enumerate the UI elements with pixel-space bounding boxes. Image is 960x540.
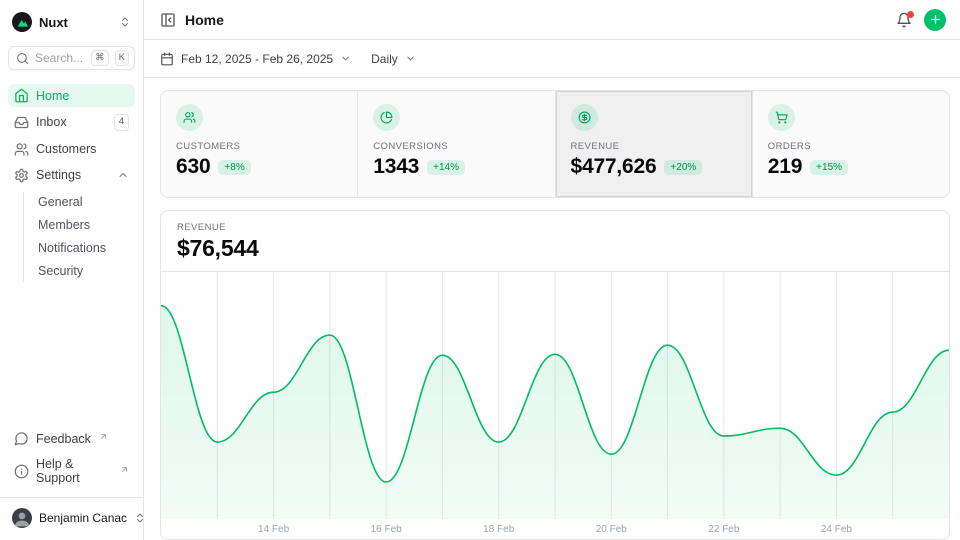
calendar-icon <box>160 52 174 66</box>
pie-chart-icon <box>373 104 400 131</box>
sidebar-item-label: Notifications <box>38 241 106 255</box>
sidebar-item-label: Feedback <box>36 432 91 446</box>
sidebar-item-inbox[interactable]: Inbox 4 <box>8 110 135 134</box>
sidebar-item-label: Settings <box>36 168 81 182</box>
sidebar-item-members[interactable]: Members <box>34 215 135 236</box>
x-tick-label: 20 Feb <box>596 524 627 535</box>
stat-card-orders[interactable]: ORDERS 219 +15% <box>753 91 949 197</box>
stat-label: CONVERSIONS <box>373 141 539 152</box>
sidebar-item-feedback[interactable]: Feedback <box>8 427 135 450</box>
workspace-switcher[interactable]: Nuxt <box>8 10 135 34</box>
external-link-icon <box>120 465 129 474</box>
sidebar-item-label: General <box>38 195 82 209</box>
search-input[interactable]: Search... ⌘ K <box>8 46 135 70</box>
sidebar-item-label: Members <box>38 218 90 232</box>
stat-label: REVENUE <box>571 141 737 152</box>
chevron-down-icon <box>340 53 351 64</box>
sidebar-item-help-support[interactable]: Help & Support <box>8 453 135 489</box>
search-placeholder: Search... <box>35 51 85 65</box>
sidebar-item-label: Help & Support <box>36 457 112 485</box>
date-range-picker[interactable]: Feb 12, 2025 - Feb 26, 2025 <box>160 52 351 66</box>
sidebar-item-label: Customers <box>36 142 96 156</box>
shopping-cart-icon <box>768 104 795 131</box>
workspace-name: Nuxt <box>39 15 112 30</box>
stat-card-conversions[interactable]: CONVERSIONS 1343 +14% <box>358 91 555 197</box>
page-title: Home <box>185 12 224 28</box>
user-name: Benjamin Canac <box>39 511 127 525</box>
inbox-icon <box>14 115 29 130</box>
topbar: Home <box>144 0 960 40</box>
stat-delta-badge: +20% <box>664 160 702 175</box>
sidebar-item-settings[interactable]: Settings <box>8 164 135 187</box>
content: CUSTOMERS 630 +8% CONVERSIONS 1343 +14% <box>144 78 960 540</box>
add-button[interactable] <box>924 9 946 31</box>
settings-subnav: General Members Notifications Security <box>23 192 135 282</box>
granularity-value: Daily <box>371 52 398 66</box>
notifications-button[interactable] <box>896 12 912 28</box>
nuxt-logo-icon <box>12 12 32 32</box>
stat-delta-badge: +8% <box>218 160 250 175</box>
sidebar: Nuxt Search... ⌘ K Home Inbox 4 <box>0 0 144 540</box>
info-circle-icon <box>14 464 29 479</box>
x-tick-label: 24 Feb <box>821 524 852 535</box>
sidebar-nav: Home Inbox 4 Customers Settings <box>8 84 135 281</box>
x-axis-labels: 14 Feb 16 Feb 18 Feb 20 Feb 22 Feb 24 Feb <box>161 519 949 540</box>
stat-card-customers[interactable]: CUSTOMERS 630 +8% <box>161 91 358 197</box>
sidebar-item-label: Home <box>36 89 69 103</box>
filters-toolbar: Feb 12, 2025 - Feb 26, 2025 Daily <box>144 40 960 78</box>
sidebar-item-notifications[interactable]: Notifications <box>34 238 135 259</box>
stat-label: CUSTOMERS <box>176 141 342 152</box>
stat-label: ORDERS <box>768 141 934 152</box>
stat-value: 219 <box>768 155 802 179</box>
collapse-sidebar-icon[interactable] <box>160 12 176 28</box>
sidebar-spacer <box>8 282 135 427</box>
stat-value: $477,626 <box>571 155 657 179</box>
avatar <box>12 508 32 528</box>
notification-dot <box>907 11 914 18</box>
x-tick-label: 16 Feb <box>371 524 402 535</box>
stats-row: CUSTOMERS 630 +8% CONVERSIONS 1343 +14% <box>160 90 950 198</box>
x-tick-label: 22 Feb <box>708 524 739 535</box>
chevron-up-icon <box>117 169 129 181</box>
granularity-select[interactable]: Daily <box>371 52 416 66</box>
chart-metric-label: REVENUE <box>177 222 933 233</box>
x-tick-label: 14 Feb <box>258 524 289 535</box>
message-circle-icon <box>14 431 29 446</box>
search-icon <box>16 52 29 65</box>
kbd-k: K <box>115 50 129 66</box>
date-range-value: Feb 12, 2025 - Feb 26, 2025 <box>181 52 333 66</box>
stat-value: 630 <box>176 155 210 179</box>
stat-delta-badge: +15% <box>810 160 848 175</box>
external-link-icon <box>99 432 108 441</box>
user-menu[interactable]: Benjamin Canac <box>8 498 135 530</box>
revenue-chart-card: REVENUE $76,544 14 Feb 16 Feb 18 Feb 20 Feb… <box>160 210 950 540</box>
chart-canvas <box>161 272 949 519</box>
stat-delta-badge: +14% <box>427 160 465 175</box>
sidebar-item-label: Inbox <box>36 115 67 129</box>
users-icon <box>176 104 203 131</box>
home-icon <box>14 88 29 103</box>
sidebar-item-security[interactable]: Security <box>34 261 135 282</box>
gear-icon <box>14 168 29 183</box>
chevron-down-icon <box>405 53 416 64</box>
chevrons-up-down-icon <box>119 16 131 28</box>
users-icon <box>14 142 29 157</box>
x-tick-label: 18 Feb <box>483 524 514 535</box>
sidebar-footer-nav: Feedback Help & Support <box>8 427 135 489</box>
stat-value: 1343 <box>373 155 419 179</box>
sidebar-item-customers[interactable]: Customers <box>8 138 135 161</box>
inbox-count-badge: 4 <box>114 114 129 130</box>
kbd-meta: ⌘ <box>91 50 109 66</box>
sidebar-item-general[interactable]: General <box>34 192 135 213</box>
main-area: Home Feb 12, 2025 - Feb 26, 2025 Daily <box>144 0 960 540</box>
sidebar-item-label: Security <box>38 264 83 278</box>
stat-card-revenue[interactable]: REVENUE $477,626 +20% <box>556 91 753 197</box>
revenue-area-chart[interactable]: 14 Feb 16 Feb 18 Feb 20 Feb 22 Feb 24 Feb <box>161 272 949 539</box>
sidebar-item-home[interactable]: Home <box>8 84 135 107</box>
chart-metric-value: $76,544 <box>177 235 933 262</box>
dollar-circle-icon <box>571 104 598 131</box>
chart-header: REVENUE $76,544 <box>161 211 949 272</box>
